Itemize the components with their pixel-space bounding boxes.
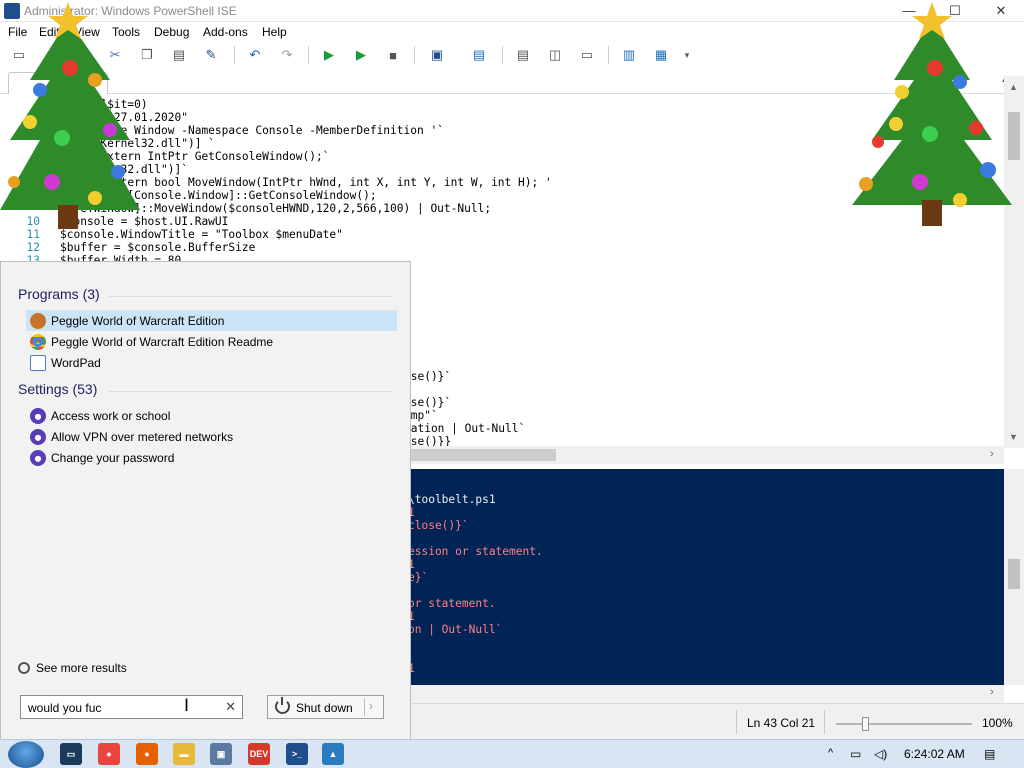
setting-result-label: Access work or school — [51, 408, 171, 423]
zoom-level: 100% — [982, 716, 1013, 730]
program-result-wordpad[interactable]: WordPad — [26, 352, 397, 373]
toolbar-separator — [308, 46, 309, 64]
shut-down-label: Shut down — [296, 701, 353, 715]
clock[interactable]: 6:24:02 AM — [904, 747, 965, 761]
search-input-value: would you fuc — [28, 701, 102, 715]
scroll-right-icon[interactable]: › — [990, 686, 994, 698]
task-view-icon[interactable]: ▭ — [60, 743, 82, 765]
chrome-icon — [30, 333, 46, 350]
console-output-line: ession or statement. — [408, 545, 543, 558]
start-search-input[interactable]: would you fuc ✕ — [20, 695, 243, 719]
code-line: ose()}} — [404, 435, 452, 446]
scroll-right-icon[interactable]: › — [990, 448, 994, 460]
taskbar: ^ ▭ ◁) 6:24:02 AM ▤ ▭ ● ● ▬ ▣ DEV >_ ▲ — [0, 739, 1024, 768]
clear-icon[interactable]: ✎ — [202, 46, 220, 64]
see-more-results-link[interactable]: See more results — [18, 661, 127, 675]
start-powershell-icon[interactable]: ▤ — [470, 46, 488, 64]
section-divider — [109, 296, 392, 297]
tray-overflow-icon[interactable]: ^ — [828, 747, 833, 759]
redo-icon[interactable]: ↷ — [278, 46, 296, 64]
program-result-label: Peggle World of Warcraft Edition Readme — [51, 334, 274, 349]
status-separator — [736, 710, 737, 734]
setting-result-label: Allow VPN over metered networks — [51, 429, 234, 444]
scroll-thumb[interactable] — [404, 449, 556, 461]
show-script-max-icon[interactable]: ▭ — [578, 46, 596, 64]
run-icon[interactable]: ▶ — [320, 46, 338, 64]
shutdown-options-arrow-icon[interactable]: › — [369, 699, 373, 713]
program-result-peggle[interactable]: Peggle World of Warcraft Edition — [26, 310, 397, 331]
console-output-line: or statement. — [408, 597, 496, 610]
text-cursor-icon: I — [184, 696, 190, 716]
stop-icon[interactable]: ■ — [384, 46, 402, 64]
power-icon — [275, 697, 290, 714]
console-vertical-scrollbar[interactable] — [1004, 469, 1024, 685]
section-divider — [109, 391, 392, 392]
volume-icon[interactable]: ◁) — [874, 747, 887, 761]
scroll-thumb[interactable] — [1008, 559, 1020, 589]
powershell-icon[interactable]: >_ — [286, 743, 308, 765]
code-line: nation | Out-Null` — [404, 422, 526, 435]
menu-addons[interactable]: Add-ons — [203, 25, 248, 39]
setting-result-password[interactable]: Change your password — [26, 447, 397, 468]
peggle-icon — [30, 312, 46, 329]
show-command-icon[interactable]: ▥ — [620, 46, 638, 64]
paste-icon[interactable]: ▤ — [170, 46, 188, 64]
setting-result-vpn[interactable]: Allow VPN over metered networks — [26, 426, 397, 447]
menu-debug[interactable]: Debug — [154, 25, 189, 39]
setting-result-label: Change your password — [51, 450, 175, 465]
chrome-icon[interactable]: ● — [98, 743, 120, 765]
setting-result-access-work[interactable]: Access work or school — [26, 405, 397, 426]
network-icon[interactable]: ▭ — [850, 747, 861, 761]
wordpad-icon — [30, 354, 46, 371]
programs-header: Programs (3) — [18, 286, 100, 302]
console-output-line: on | Out-Null` — [408, 623, 503, 636]
see-more-label: See more results — [36, 661, 127, 675]
console-output-line: close()}` — [408, 519, 469, 532]
scroll-down-icon[interactable]: ▼ — [1009, 432, 1018, 442]
toolbar-overflow-icon[interactable]: ▾ — [678, 46, 696, 64]
code-text: $buffer = $console.BufferSize — [60, 241, 256, 254]
undo-icon[interactable]: ↶ — [246, 46, 264, 64]
toolbar-separator — [502, 46, 503, 64]
zoom-slider-thumb[interactable] — [862, 717, 869, 731]
program-result-label: Peggle World of Warcraft Edition — [51, 313, 225, 328]
toolbar-separator — [608, 46, 609, 64]
code-line: ose()}` — [404, 396, 452, 409]
powershell-ise-icon[interactable]: ▲ — [322, 743, 344, 765]
settings-gear-icon — [30, 428, 46, 445]
toolbar-separator — [234, 46, 235, 64]
search-icon — [18, 662, 30, 674]
cursor-position: Ln 43 Col 21 — [747, 716, 816, 730]
new-remote-tab-icon[interactable]: ▣ — [428, 46, 446, 64]
show-script-top-icon[interactable]: ▤ — [514, 46, 532, 64]
console-output-line: e}` — [408, 571, 429, 584]
status-separator — [824, 710, 825, 734]
run-selection-icon[interactable]: ▶ — [352, 46, 370, 64]
line-number: 12 — [26, 241, 40, 254]
toolbar-separator — [414, 46, 415, 64]
program-result-label: WordPad — [51, 355, 101, 370]
settings-header: Settings (53) — [18, 381, 98, 397]
menu-help[interactable]: Help — [262, 25, 287, 39]
file-explorer-icon[interactable]: ▬ — [173, 743, 195, 765]
show-script-right-icon[interactable]: ◫ — [546, 46, 564, 64]
action-center-icon[interactable]: ▤ — [984, 747, 995, 761]
devcpp-icon[interactable]: DEV — [248, 743, 270, 765]
firefox-icon[interactable]: ● — [136, 743, 158, 765]
zoom-slider-track[interactable] — [836, 723, 972, 725]
show-addon-icon[interactable]: ▦ — [652, 46, 670, 64]
christmas-tree-left-decoration — [0, 2, 140, 229]
remote-desktop-icon[interactable]: ▣ — [210, 743, 232, 765]
christmas-tree-right-decoration — [852, 2, 1012, 226]
code-line: ose()}` — [404, 370, 452, 383]
clear-search-icon[interactable]: ✕ — [225, 699, 236, 715]
start-button[interactable] — [8, 741, 44, 768]
start-menu: Programs (3) Peggle World of Warcraft Ed… — [0, 261, 411, 740]
settings-gear-icon — [30, 449, 46, 466]
program-result-peggle-readme[interactable]: Peggle World of Warcraft Edition Readme — [26, 331, 397, 352]
console-output-line: \toolbelt.ps1 — [408, 493, 496, 506]
shutdown-divider — [364, 698, 365, 716]
settings-gear-icon — [30, 407, 46, 424]
shut-down-button[interactable]: Shut down › — [267, 695, 384, 719]
